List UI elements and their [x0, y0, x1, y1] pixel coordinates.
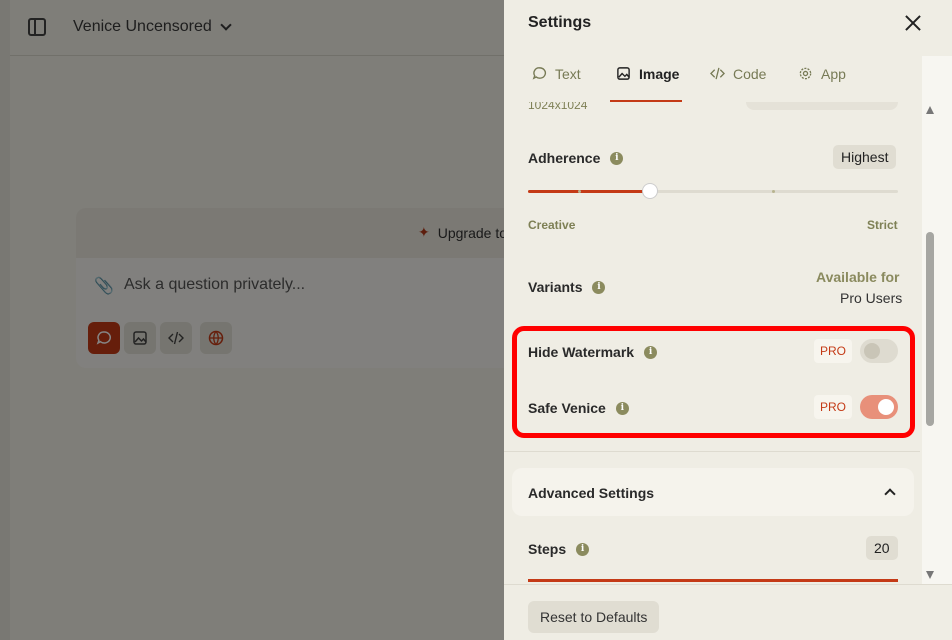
chevron-up-icon: [884, 488, 896, 500]
tab-code-label: Code: [733, 66, 767, 82]
tab-app-label: App: [821, 66, 846, 82]
steps-row: Steps i: [528, 541, 590, 557]
safe-venice-row: Safe Venice i: [528, 400, 629, 416]
variants-availability: Available for: [816, 269, 900, 285]
safe-venice-toggle[interactable]: [860, 395, 898, 419]
hide-watermark-label: Hide Watermark: [528, 344, 635, 360]
adherence-value-badge: Highest: [833, 145, 897, 169]
advanced-settings-header[interactable]: Advanced Settings: [512, 468, 914, 516]
slider-tick: [578, 190, 581, 193]
highlight-box: [512, 326, 915, 438]
toggle-knob: [878, 399, 894, 415]
settings-footer: Reset to Defaults: [504, 584, 952, 640]
steps-label: Steps: [528, 541, 567, 557]
adherence-slider[interactable]: [528, 184, 898, 198]
settings-scrollbar[interactable]: [922, 56, 952, 584]
steps-slider[interactable]: [528, 579, 898, 582]
settings-tabs: Text Image Code App: [504, 52, 952, 102]
tab-image-label: Image: [639, 66, 680, 82]
tab-app[interactable]: App: [798, 64, 846, 102]
variants-availability-users: Pro Users: [840, 290, 903, 306]
info-icon[interactable]: i: [615, 401, 629, 415]
close-icon[interactable]: [902, 12, 924, 34]
settings-scroll-area: 1024x1024 Adherence i Highest Creative S…: [504, 102, 920, 584]
pro-badge: PRO: [814, 339, 853, 363]
advanced-settings-label: Advanced Settings: [528, 485, 655, 501]
safe-venice-label: Safe Venice: [528, 400, 606, 416]
tab-text[interactable]: Text: [532, 64, 581, 102]
adherence-slider-fill: [528, 190, 651, 193]
tab-text-label: Text: [555, 66, 581, 82]
scroll-down-arrow-icon[interactable]: [926, 571, 934, 579]
settings-panel: Settings Text Image Code App 1024x1024 A…: [504, 0, 952, 640]
info-icon[interactable]: i: [576, 542, 590, 556]
tab-code[interactable]: Code: [710, 64, 766, 102]
image-icon: [617, 67, 630, 80]
resolution-select[interactable]: [746, 102, 898, 110]
adherence-max-label: Strict: [867, 218, 898, 232]
slider-tick: [772, 190, 775, 193]
chat-bubble-icon: [532, 67, 547, 80]
divider: [504, 451, 920, 452]
settings-title: Settings: [528, 14, 592, 31]
pro-badge: PRO: [814, 395, 853, 419]
reset-defaults-button[interactable]: Reset to Defaults: [528, 601, 660, 633]
toggle-knob: [864, 343, 880, 359]
tab-image[interactable]: Image: [610, 64, 682, 102]
hide-watermark-toggle[interactable]: [860, 339, 898, 363]
variants-row: Variants i: [528, 279, 606, 295]
adherence-row: Adherence i: [528, 150, 624, 166]
variants-label: Variants: [528, 279, 583, 295]
info-icon[interactable]: i: [592, 280, 606, 294]
scrollbar-thumb[interactable]: [926, 232, 934, 426]
adherence-label: Adherence: [528, 150, 601, 166]
hide-watermark-row: Hide Watermark i: [528, 344, 658, 360]
scroll-up-arrow-icon[interactable]: [926, 106, 934, 114]
info-icon[interactable]: i: [610, 151, 624, 165]
resolution-label: 1024x1024: [528, 102, 588, 112]
adherence-min-label: Creative: [528, 218, 576, 232]
info-icon[interactable]: i: [644, 345, 658, 359]
adherence-slider-handle[interactable]: [643, 184, 658, 198]
gear-icon: [799, 67, 812, 80]
steps-value-badge: 20: [866, 536, 898, 560]
code-icon: [710, 67, 725, 80]
